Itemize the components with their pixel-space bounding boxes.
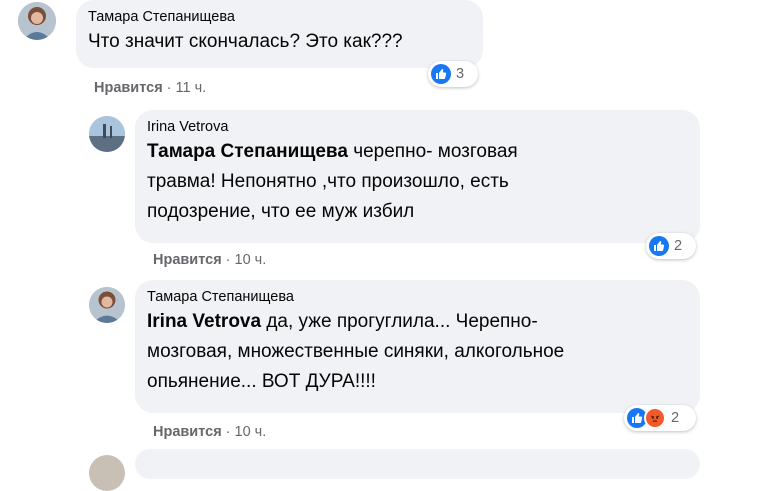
comment-timestamp[interactable]: 10 ч. bbox=[235, 424, 267, 440]
separator-dot: · bbox=[225, 252, 231, 268]
comment-text: Irina Vetrova да, уже прогуглила... Чере… bbox=[147, 307, 688, 397]
avatar[interactable] bbox=[89, 287, 125, 323]
like-button[interactable]: Нравится bbox=[153, 252, 222, 268]
reaction-summary[interactable]: 3 bbox=[428, 61, 478, 87]
comment-text-line: мозговая, множественные синяки, алкоголь… bbox=[147, 341, 565, 362]
like-reaction-icon bbox=[431, 64, 451, 84]
mentioned-user[interactable]: Тамара Степанищева bbox=[147, 141, 348, 162]
comment-actions: Нравится · 11 ч. bbox=[94, 80, 206, 96]
comment-text-line: опьянение... ВОТ ДУРА!!!! bbox=[147, 371, 376, 392]
comment-bubble: Irina Vetrova Тамара Степанищева черепно… bbox=[135, 110, 700, 243]
comment-author[interactable]: Тамара Степанищева bbox=[88, 8, 471, 27]
comment-text-line: подозрение, что ее муж избил bbox=[147, 201, 415, 222]
like-button[interactable]: Нравится bbox=[153, 424, 222, 440]
separator-dot: · bbox=[166, 80, 172, 96]
reaction-count: 2 bbox=[674, 238, 683, 254]
comment-bubble: Тамара Степанищева Что значит скончалась… bbox=[76, 0, 483, 68]
comment-author[interactable]: Irina Vetrova bbox=[147, 118, 688, 137]
like-reaction-icon bbox=[649, 236, 669, 256]
comment-text-line: да, уже прогуглила... Черепно- bbox=[266, 311, 538, 332]
mentioned-user[interactable]: Irina Vetrova bbox=[147, 311, 261, 332]
avatar[interactable] bbox=[18, 2, 56, 40]
separator-dot: · bbox=[225, 424, 231, 440]
avatar[interactable] bbox=[89, 455, 125, 491]
reaction-count: 3 bbox=[456, 66, 465, 82]
comment-timestamp[interactable]: 10 ч. bbox=[235, 252, 267, 268]
comment-timestamp[interactable]: 11 ч. bbox=[176, 80, 207, 96]
comment-text: Тамара Степанищева черепно- мозговая тра… bbox=[147, 137, 688, 227]
next-comment-bubble bbox=[135, 449, 700, 479]
comment-actions: Нравится · 10 ч. bbox=[153, 424, 266, 440]
comment-author[interactable]: Тамара Степанищева bbox=[147, 288, 688, 307]
reaction-summary[interactable]: 2 bbox=[624, 405, 696, 431]
comment-actions: Нравится · 10 ч. bbox=[153, 252, 266, 268]
comment-text-line: черепно- мозговая bbox=[353, 141, 518, 162]
like-button[interactable]: Нравится bbox=[94, 80, 163, 96]
comment-bubble: Тамара Степанищева Irina Vetrova да, уже… bbox=[135, 280, 700, 413]
reaction-summary[interactable]: 2 bbox=[646, 233, 696, 259]
avatar[interactable] bbox=[89, 116, 125, 152]
reaction-count: 2 bbox=[671, 410, 680, 426]
comment-text: Что значит скончалась? Это как??? bbox=[88, 31, 403, 52]
comment-text-line: травма! Непонятно ,что произошло, есть bbox=[147, 171, 509, 192]
angry-reaction-icon bbox=[644, 407, 666, 429]
